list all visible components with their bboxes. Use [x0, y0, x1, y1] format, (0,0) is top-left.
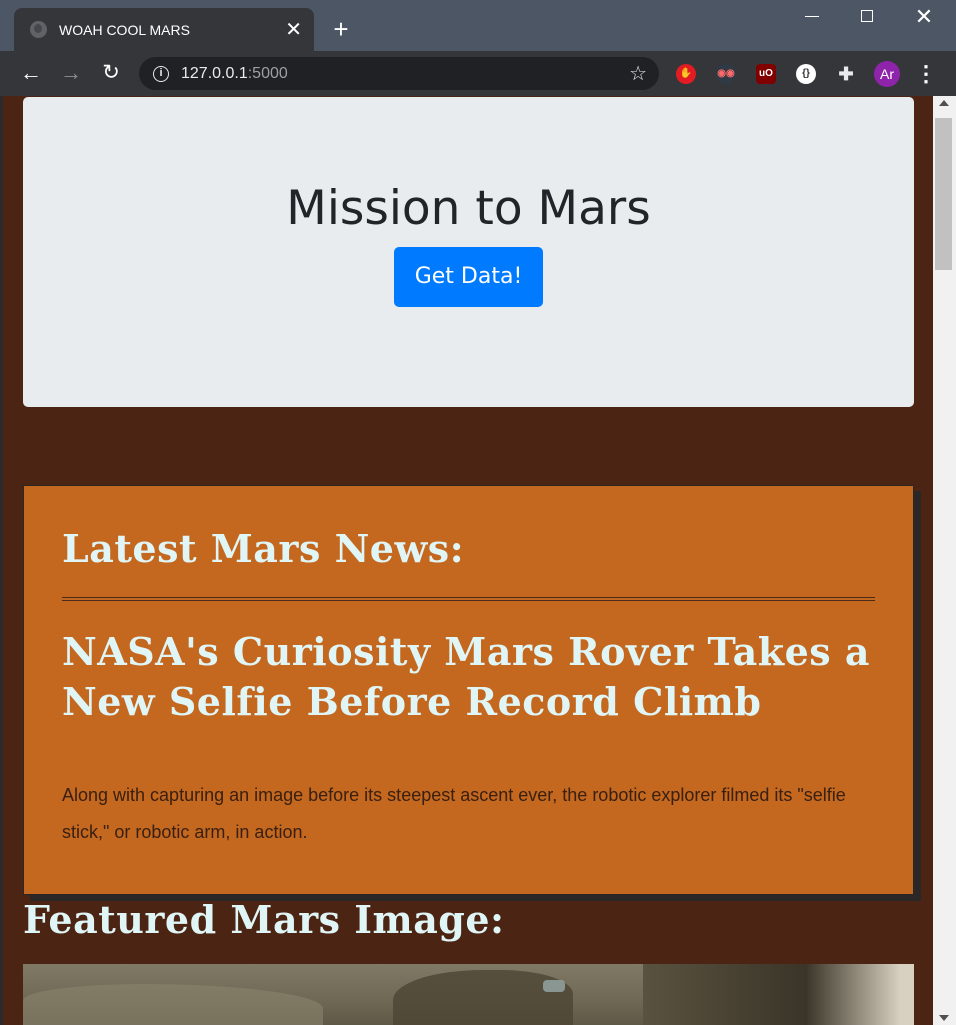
browser-tab[interactable]: WOAH COOL MARS ✕ [14, 8, 314, 51]
page-viewport: Mission to Mars Get Data! Latest Mars Ne… [0, 96, 933, 1025]
devtools-edge [0, 96, 3, 1025]
featured-image-heading: Featured Mars Image: [23, 897, 505, 942]
news-section-heading: Latest Mars News: [62, 526, 465, 571]
news-card: Latest Mars News: NASA's Curiosity Mars … [23, 485, 914, 895]
rock-texture [643, 964, 914, 1025]
featured-mars-image[interactable] [23, 964, 914, 1025]
minimize-button[interactable] [797, 4, 827, 30]
stop-hand-extension-icon[interactable]: ✋ [676, 64, 696, 84]
scroll-down-arrow-icon[interactable] [939, 1015, 949, 1021]
tab-close-icon[interactable]: ✕ [285, 20, 302, 40]
browser-toolbar: ← → ↻ i 127.0.0.1:5000 ☆ ✋ ◉◉ uO {} ✚ Ar… [0, 51, 956, 96]
address-bar[interactable]: i 127.0.0.1:5000 ☆ [139, 57, 659, 90]
browser-tabstrip: WOAH COOL MARS ✕ + ✕ [0, 0, 956, 51]
forward-arrow-icon[interactable]: → [57, 59, 85, 87]
tab-title: WOAH COOL MARS [59, 21, 190, 38]
maximize-button[interactable] [852, 4, 882, 30]
profile-avatar[interactable]: Ar [874, 61, 900, 87]
scroll-thumb[interactable] [935, 118, 952, 270]
info-icon[interactable]: i [153, 65, 169, 82]
rock-texture [393, 970, 573, 1025]
window-close-button[interactable]: ✕ [909, 4, 939, 30]
vertical-scrollbar[interactable] [933, 96, 956, 1025]
news-divider [62, 597, 875, 601]
news-title: NASA's Curiosity Mars Rover Takes a New … [62, 629, 871, 724]
get-data-button[interactable]: Get Data! [393, 247, 544, 307]
bookmark-star-icon[interactable]: ☆ [629, 61, 647, 86]
new-tab-button[interactable]: + [328, 14, 354, 44]
rock-texture [23, 984, 323, 1025]
ublock-extension-icon[interactable]: uO [756, 64, 776, 84]
globe-icon [30, 21, 47, 38]
rock-texture [543, 980, 565, 992]
spy-glasses-extension-icon[interactable]: ◉◉ [716, 64, 736, 84]
puzzle-extensions-icon[interactable]: ✚ [836, 64, 856, 84]
maximize-icon [861, 10, 873, 22]
page-title: Mission to Mars [286, 181, 651, 236]
jumbotron: Mission to Mars Get Data! [23, 97, 914, 407]
kebab-menu-icon[interactable]: ⋮ [914, 61, 938, 87]
minimize-icon [805, 16, 819, 17]
code-braces-extension-icon[interactable]: {} [796, 64, 816, 84]
news-paragraph: Along with capturing an image before its… [62, 785, 846, 842]
back-arrow-icon[interactable]: ← [17, 59, 45, 87]
reload-icon[interactable]: ↻ [97, 59, 125, 87]
url-host: 127.0.0.1 [181, 64, 248, 82]
scroll-up-arrow-icon[interactable] [939, 100, 949, 106]
url-port: :5000 [247, 64, 288, 82]
